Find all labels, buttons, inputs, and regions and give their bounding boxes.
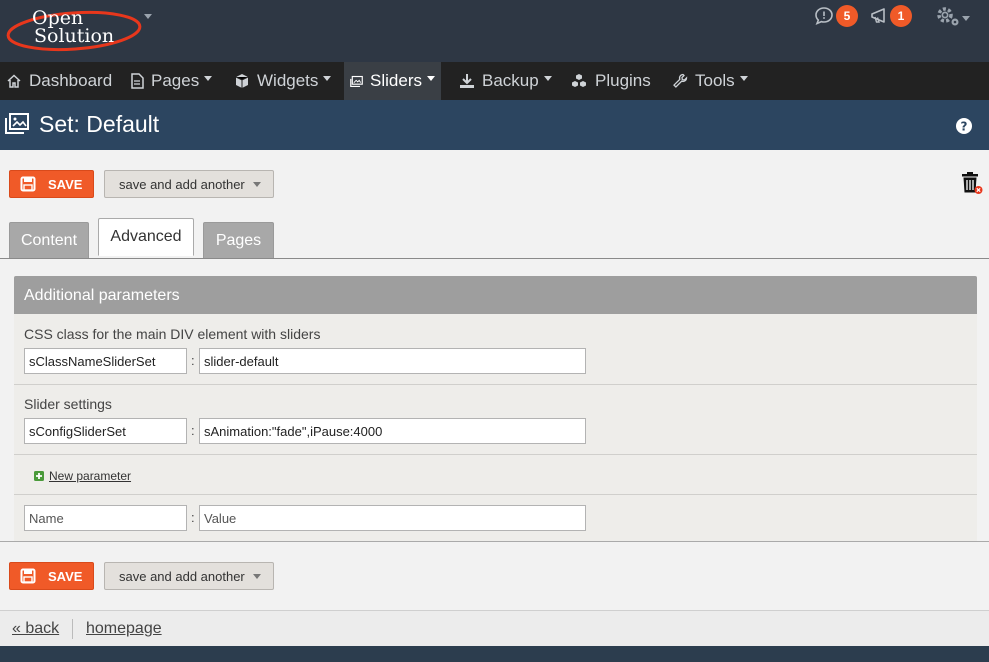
param-label: CSS class for the main DIV element with … xyxy=(24,326,321,342)
nav-item-label: Widgets xyxy=(257,71,319,90)
main-nav: Dashboard Pages Widgets Sliders Backup P… xyxy=(0,62,989,100)
logo-text-line2: Solution xyxy=(34,25,114,47)
cubes-icon xyxy=(572,74,586,87)
floppy-disk-icon xyxy=(20,568,36,584)
row-divider xyxy=(14,454,977,455)
home-icon xyxy=(7,74,21,88)
row-divider xyxy=(14,384,977,385)
megaphone-icon[interactable] xyxy=(869,6,889,26)
chevron-down-icon xyxy=(323,75,332,81)
nav-item-label: Tools xyxy=(695,71,735,90)
chevron-down-icon xyxy=(253,182,261,187)
nav-item-plugins[interactable]: Plugins xyxy=(564,62,657,100)
footer: « back homepage xyxy=(0,610,989,646)
param-label: Slider settings xyxy=(24,396,112,412)
param-separator: : xyxy=(191,353,195,368)
svg-text:?: ? xyxy=(961,120,968,134)
param-value-field[interactable] xyxy=(199,348,586,374)
nav-item-label: Plugins xyxy=(595,71,651,90)
question-circle-icon[interactable]: ? xyxy=(955,117,973,140)
nav-item-label: Sliders xyxy=(370,71,422,90)
nav-item-label: Pages xyxy=(151,71,200,90)
nav-item-sliders[interactable]: Sliders xyxy=(344,62,441,100)
row-divider xyxy=(14,494,977,495)
tab-advanced[interactable]: Advanced xyxy=(98,218,194,256)
save-and-add-another-label: save and add another xyxy=(119,176,245,192)
wrench-icon xyxy=(673,73,688,88)
tab-content[interactable]: Content xyxy=(9,222,89,259)
param-value-field[interactable] xyxy=(199,418,586,444)
nav-item-tools[interactable]: Tools xyxy=(666,62,754,100)
param-name-field[interactable] xyxy=(24,348,187,374)
page-title: Set: Default xyxy=(39,111,160,137)
chevron-down-icon xyxy=(427,75,435,81)
bottom-bar xyxy=(0,646,989,662)
logo-dropdown-caret[interactable] xyxy=(144,14,152,19)
comments-count-badge[interactable]: 5 xyxy=(836,5,858,27)
logo-graphic: Open Solution xyxy=(6,7,142,52)
save-button[interactable]: SAVE xyxy=(9,170,94,198)
additional-parameters-panel: Additional parameters CSS class for the … xyxy=(14,276,977,542)
comment-icon[interactable] xyxy=(814,6,834,26)
trash-icon[interactable] xyxy=(961,171,983,200)
new-param-name-field[interactable] xyxy=(24,505,187,531)
tabs-divider xyxy=(0,258,989,259)
nav-item-backup[interactable]: Backup xyxy=(453,62,558,100)
footer-divider xyxy=(72,619,73,639)
param-separator: : xyxy=(191,510,195,525)
new-parameter-link[interactable]: New parameter xyxy=(34,469,131,483)
image-icon xyxy=(5,113,29,140)
param-name-field[interactable] xyxy=(24,418,187,444)
content-divider xyxy=(0,541,989,542)
nav-item-dashboard[interactable]: Dashboard xyxy=(0,62,118,100)
chevron-down-icon xyxy=(739,75,748,81)
chevron-down-icon xyxy=(204,75,213,81)
tab-pages[interactable]: Pages xyxy=(203,222,274,259)
download-icon xyxy=(460,74,474,88)
chevron-down-icon xyxy=(543,75,552,81)
logo[interactable]: Open Solution xyxy=(4,2,144,54)
floppy-disk-icon xyxy=(20,176,36,192)
new-param-value-field[interactable] xyxy=(199,505,586,531)
gear-icon[interactable] xyxy=(935,5,961,29)
image-icon xyxy=(350,75,363,87)
nav-item-widgets[interactable]: Widgets xyxy=(228,62,337,100)
document-icon xyxy=(131,73,144,89)
nav-item-label: Dashboard xyxy=(29,71,113,90)
back-link[interactable]: « back xyxy=(12,620,59,638)
save-and-add-another-label: save and add another xyxy=(119,568,245,584)
settings-dropdown-caret[interactable] xyxy=(962,16,970,21)
save-button-label: SAVE xyxy=(48,568,83,584)
save-button-bottom[interactable]: SAVE xyxy=(9,562,94,590)
save-and-add-another-button[interactable]: save and add another xyxy=(104,170,274,198)
announcements-count-badge[interactable]: 1 xyxy=(890,5,912,27)
panel-heading: Additional parameters xyxy=(14,276,977,314)
chevron-down-icon xyxy=(253,574,261,579)
top-header: Open Solution 5 1 xyxy=(0,0,989,62)
nav-item-label: Backup xyxy=(482,71,539,90)
new-parameter-label: New parameter xyxy=(49,469,132,483)
plus-square-icon xyxy=(34,471,44,481)
nav-item-pages[interactable]: Pages xyxy=(124,62,218,100)
save-and-add-another-button-bottom[interactable]: save and add another xyxy=(104,562,274,590)
save-button-label: SAVE xyxy=(48,176,83,192)
page-title-bar: Set: Default xyxy=(0,100,989,150)
param-separator: : xyxy=(191,423,195,438)
cube-icon xyxy=(235,74,249,88)
homepage-link[interactable]: homepage xyxy=(86,620,162,638)
